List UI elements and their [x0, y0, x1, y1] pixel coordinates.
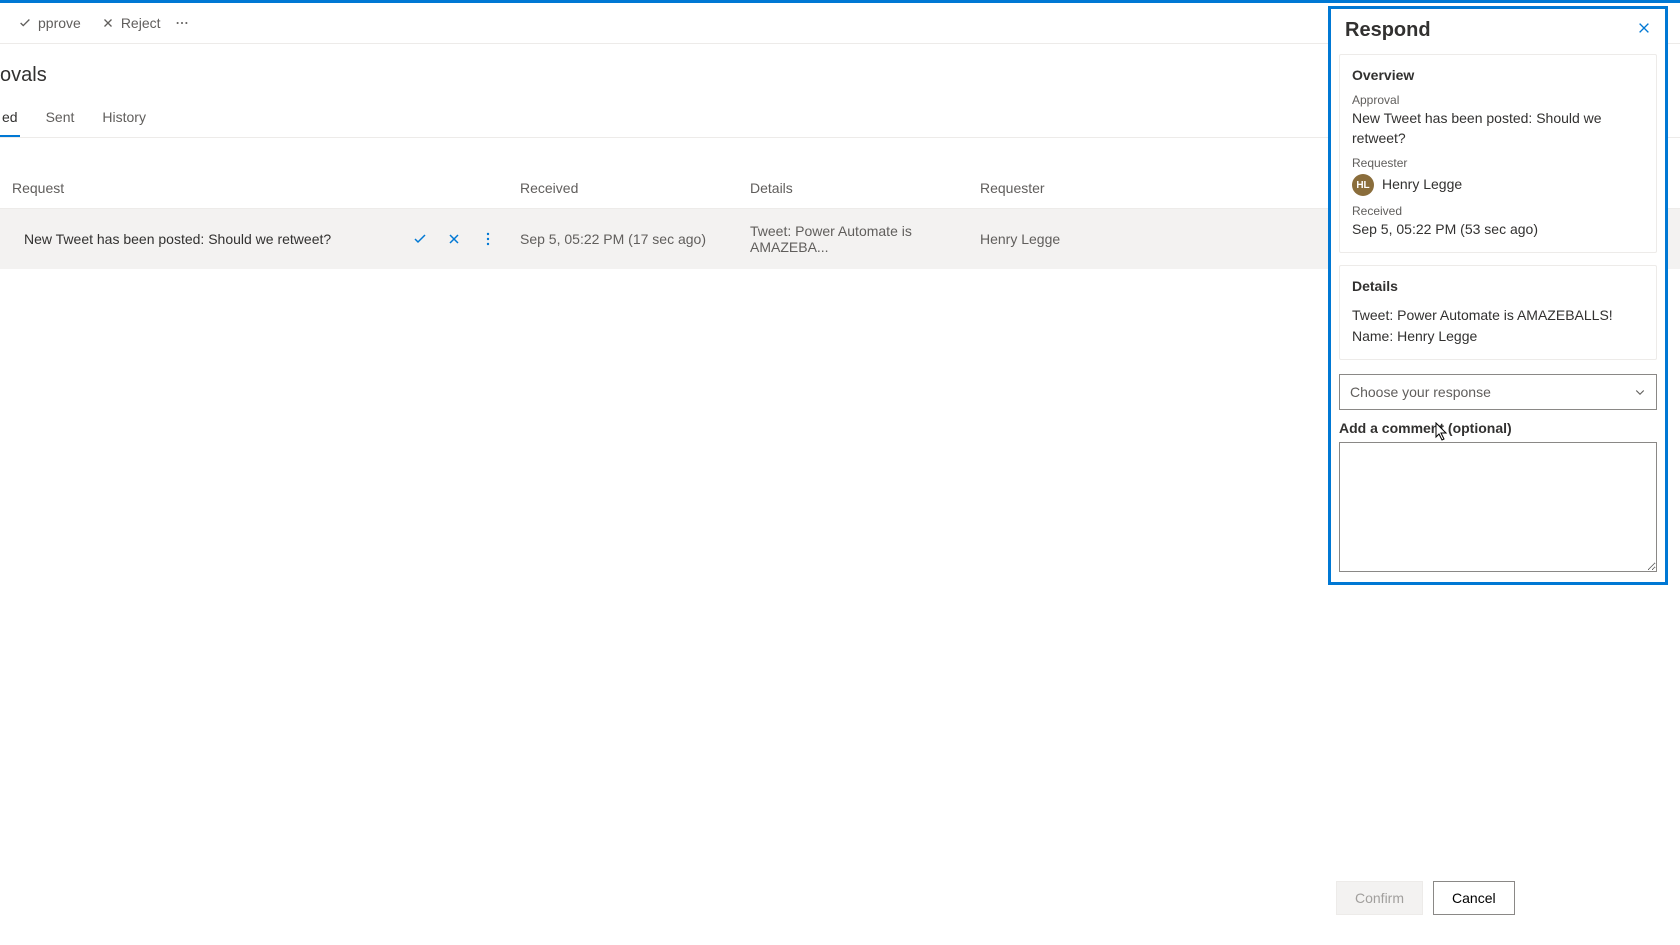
col-request[interactable]: Request [0, 180, 520, 196]
cancel-button[interactable]: Cancel [1433, 881, 1515, 915]
received-label: Received [1352, 204, 1644, 218]
close-icon [101, 16, 115, 30]
confirm-button[interactable]: Confirm [1336, 881, 1423, 915]
received-value: Sep 5, 05:22 PM (53 sec ago) [1352, 220, 1644, 240]
approve-button[interactable]: pprove [8, 9, 91, 37]
panel-title: Respond [1345, 19, 1431, 42]
row-details: Tweet: Power Automate is AMAZEBA... [750, 223, 980, 255]
approval-label: Approval [1352, 93, 1644, 107]
checkmark-icon [18, 16, 32, 30]
tab-history[interactable]: History [100, 99, 148, 137]
requester-label: Requester [1352, 156, 1644, 170]
approve-label: pprove [38, 15, 81, 31]
details-heading: Details [1352, 278, 1644, 294]
col-received[interactable]: Received [520, 180, 750, 196]
close-icon [1637, 21, 1651, 35]
approval-value: New Tweet has been posted: Should we ret… [1352, 109, 1644, 148]
requester-name: Henry Legge [1382, 175, 1462, 195]
col-requester[interactable]: Requester [980, 180, 1180, 196]
reject-button[interactable]: Reject [91, 9, 171, 37]
chevron-down-icon [1634, 386, 1646, 398]
dropdown-placeholder: Choose your response [1350, 384, 1491, 400]
approve-row-icon[interactable] [412, 231, 428, 247]
more-icon [175, 16, 189, 30]
response-dropdown[interactable]: Choose your response [1339, 374, 1657, 410]
row-requester: Henry Legge [980, 231, 1180, 247]
row-received: Sep 5, 05:22 PM (17 sec ago) [520, 231, 750, 247]
more-button[interactable] [171, 10, 193, 36]
row-title: New Tweet has been posted: Should we ret… [12, 231, 412, 247]
comment-label: Add a comment (optional) [1339, 420, 1657, 436]
col-details[interactable]: Details [750, 180, 980, 196]
overview-heading: Overview [1352, 67, 1644, 83]
details-line2: Name: Henry Legge [1352, 327, 1644, 347]
reject-label: Reject [121, 15, 161, 31]
details-line1: Tweet: Power Automate is AMAZEBALLS! [1352, 306, 1644, 326]
tab-received[interactable]: ed [0, 99, 20, 137]
close-panel-button[interactable] [1637, 21, 1651, 40]
reject-row-icon[interactable] [446, 231, 462, 247]
details-card: Details Tweet: Power Automate is AMAZEBA… [1339, 265, 1657, 360]
overview-card: Overview Approval New Tweet has been pos… [1339, 54, 1657, 253]
comment-input[interactable] [1339, 442, 1657, 572]
panel-footer: Confirm Cancel [1328, 871, 1668, 925]
more-row-icon[interactable] [480, 231, 496, 247]
avatar: HL [1352, 174, 1374, 196]
respond-panel: Respond Overview Approval New Tweet has … [1328, 6, 1668, 585]
tab-sent[interactable]: Sent [44, 99, 77, 137]
